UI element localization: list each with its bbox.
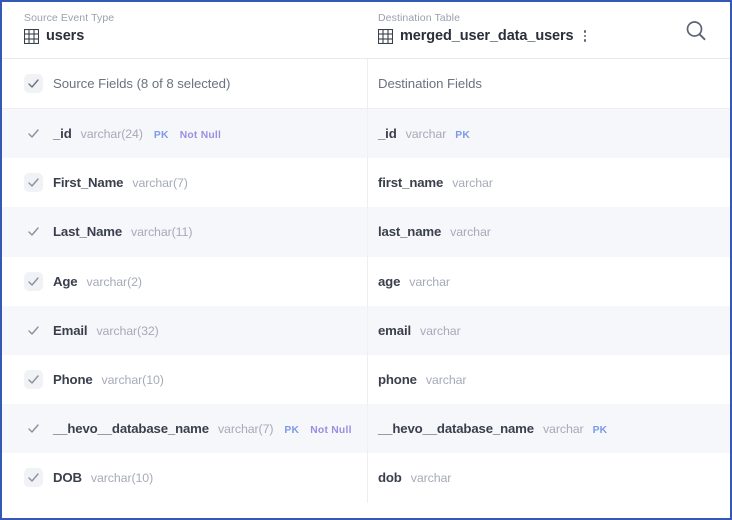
table-row: __hevo__database_name varchar(7) PK Not Nul… — [2, 404, 730, 454]
source-field-name: Last_Name — [53, 224, 123, 240]
destination-fields-header-cell: Destination Fields — [368, 59, 730, 108]
panel-header: Source Event Type users Destination Tabl… — [2, 2, 730, 59]
source-field-type: varchar(10) — [101, 373, 164, 388]
primary-key-badge: PK — [592, 425, 608, 437]
source-field-name: _id — [53, 126, 72, 142]
destination-field-name: age — [378, 273, 401, 289]
source-field-cell: __hevo__database_name varchar(7) PK Not Nul… — [2, 404, 368, 454]
field-checkbox[interactable] — [24, 468, 43, 488]
destination-field-name: __hevo__database_name — [378, 421, 534, 437]
source-field-cell: Last_Name varchar(11) — [2, 207, 368, 257]
table-row: Age varchar(2) age varchar — [2, 256, 730, 306]
source-field-type: varchar(11) — [131, 225, 193, 240]
fields-header-row: Source Fields (8 of 8 selected) Destinat… — [2, 59, 730, 109]
table-row: DOB varchar(10) dob varchar — [2, 453, 730, 503]
destination-table-caption: Destination Table — [378, 12, 461, 24]
primary-key-badge: PK — [284, 425, 300, 437]
table-grid-icon — [378, 28, 393, 44]
source-field-type: varchar(32) — [96, 323, 159, 338]
destination-field-name: _id — [378, 126, 397, 142]
field-checkbox[interactable] — [24, 370, 43, 390]
destination-field-name: first_name — [378, 175, 444, 191]
destination-field-cell: email varchar — [368, 306, 730, 355]
search-icon[interactable] — [683, 18, 709, 44]
source-fields-header-cell: Source Fields (8 of 8 selected) — [2, 59, 368, 108]
destination-table-name: merged_user_data_users — [400, 28, 574, 44]
source-field-name: Age — [53, 273, 78, 289]
table-row: Email varchar(32) email varchar — [2, 305, 730, 355]
primary-key-badge: PK — [455, 130, 471, 142]
destination-field-cell: first_name varchar — [368, 158, 730, 207]
destination-field-type: varchar — [405, 127, 447, 142]
source-field-cell: Phone varchar(10) — [2, 354, 368, 405]
schema-mapper-panel: Source Event Type users Destination Tabl… — [0, 0, 732, 520]
destination-field-cell: dob varchar — [368, 453, 730, 502]
source-event-type-header: Source Event Type users — [2, 2, 368, 58]
destination-field-cell: __hevo__database_name varchar PK — [368, 404, 730, 453]
source-field-cell: _id varchar(24) PK Not Null — [2, 109, 368, 159]
destination-field-type: varchar — [410, 471, 452, 486]
source-field-name: DOB — [53, 470, 82, 486]
source-field-name: Phone — [53, 372, 93, 388]
field-checkbox[interactable] — [24, 222, 43, 241]
source-field-cell: Age varchar(2) — [2, 256, 368, 306]
table-row: Phone varchar(10) phone varchar — [2, 354, 730, 405]
field-mapping-list: _id varchar(24) PK Not Null _id varchar PK Firs… — [2, 109, 730, 503]
source-field-cell: DOB varchar(10) — [2, 453, 368, 503]
destination-field-type: varchar — [542, 422, 584, 437]
destination-fields-label: Destination Fields — [378, 76, 482, 91]
source-field-cell: Email varchar(32) — [2, 305, 368, 355]
source-fields-label: Source Fields (8 of 8 selected) — [53, 76, 231, 91]
source-field-cell: First_Name varchar(7) — [2, 158, 368, 208]
destination-field-name: phone — [378, 372, 417, 388]
source-field-type: varchar(24) — [80, 127, 143, 142]
table-grid-icon — [24, 28, 39, 44]
destination-field-cell: _id varchar PK — [368, 109, 730, 158]
field-checkbox[interactable] — [24, 271, 43, 291]
destination-field-cell: age varchar — [368, 257, 730, 306]
not-null-badge: Not Null — [179, 130, 222, 142]
destination-table-header: Destination Table merged_user_data_users — [368, 2, 730, 58]
not-null-badge: Not Null — [310, 425, 352, 437]
source-event-type-caption: Source Event Type — [24, 12, 115, 24]
primary-key-badge: PK — [153, 130, 169, 142]
source-field-name: Email — [53, 322, 88, 338]
destination-field-type: varchar — [409, 274, 450, 289]
destination-field-type: varchar — [419, 323, 461, 338]
destination-field-name: email — [378, 322, 411, 338]
source-field-type: varchar(7) — [132, 176, 188, 191]
source-field-name: First_Name — [53, 175, 124, 191]
destination-field-cell: last_name varchar — [368, 207, 730, 256]
select-all-checkbox[interactable] — [24, 74, 43, 93]
destination-field-type: varchar — [450, 225, 491, 240]
destination-field-name: dob — [378, 470, 402, 486]
table-row: First_Name varchar(7) first_name varchar — [2, 158, 730, 208]
field-checkbox[interactable] — [24, 419, 43, 438]
table-row: Last_Name varchar(11) last_name varchar — [2, 207, 730, 257]
field-checkbox[interactable] — [24, 173, 43, 193]
destination-field-type: varchar — [452, 176, 493, 191]
table-row: _id varchar(24) PK Not Null _id varchar PK — [2, 109, 730, 159]
field-checkbox[interactable] — [24, 321, 43, 340]
source-field-name: __hevo__database_name — [53, 421, 209, 437]
kebab-menu-icon[interactable] — [583, 30, 587, 42]
destination-field-type: varchar — [425, 373, 467, 388]
field-checkbox[interactable] — [24, 124, 43, 143]
source-field-type: varchar(7) — [217, 422, 274, 437]
source-field-type: varchar(2) — [86, 274, 142, 289]
destination-field-cell: phone varchar — [368, 355, 730, 404]
source-event-type-name: users — [46, 28, 85, 44]
destination-field-name: last_name — [378, 224, 442, 240]
source-field-type: varchar(10) — [90, 471, 154, 486]
